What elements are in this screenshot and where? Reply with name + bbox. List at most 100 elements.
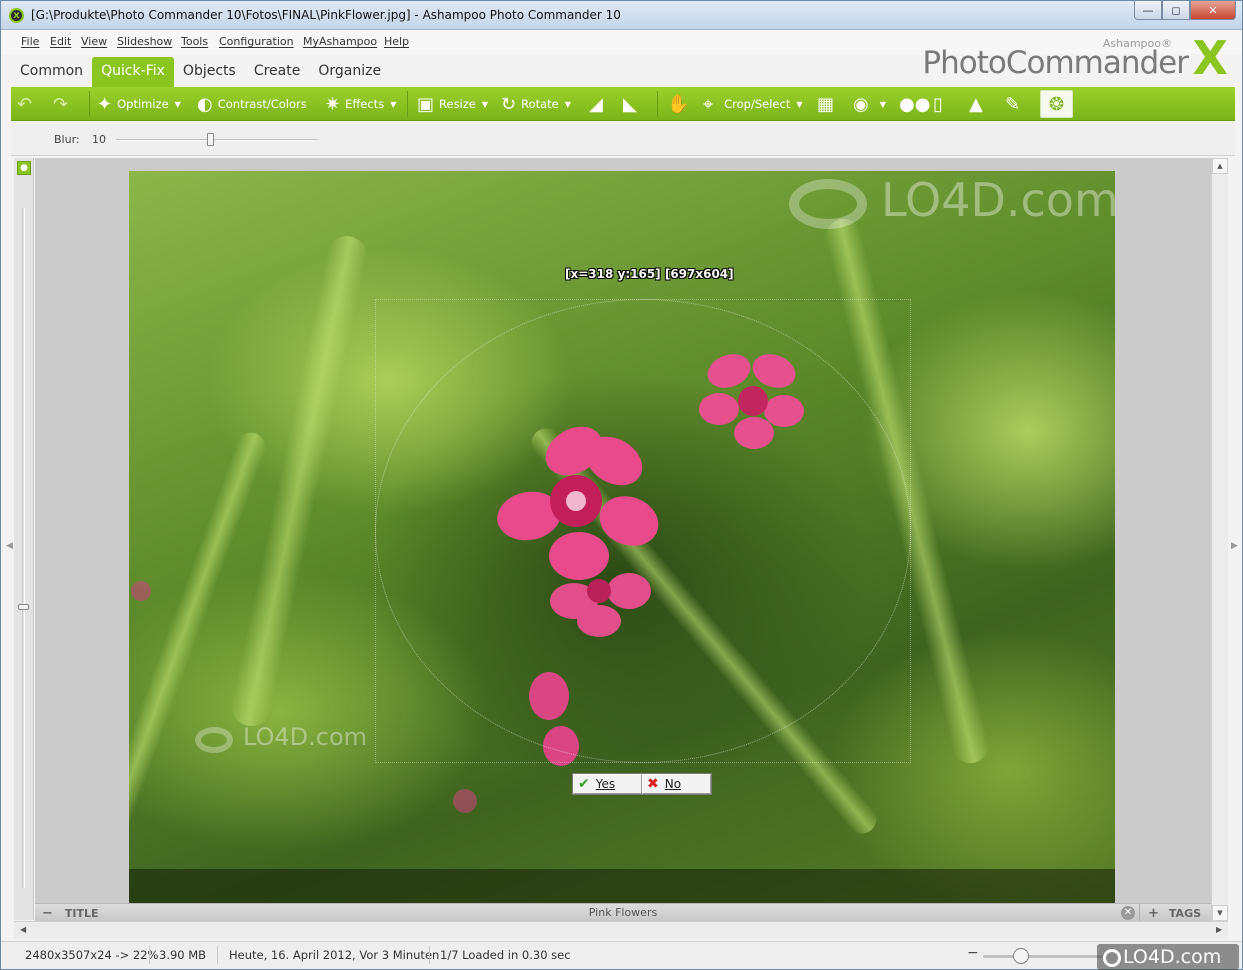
lo4d-watermark-badge: LO4D.com xyxy=(1097,944,1239,970)
watermark-logo-icon xyxy=(195,727,233,753)
close-icon: ✕ xyxy=(1208,3,1218,17)
watermark-text: LO4D.com xyxy=(243,723,368,751)
status-dimensions: 2480x3507x24 -> 22% xyxy=(25,948,159,962)
menu-myashampoo[interactable]: MyAshampoo xyxy=(303,35,377,48)
panel-pin-icon[interactable]: ● xyxy=(17,161,31,175)
scroll-down-icon[interactable]: ▼ xyxy=(1212,905,1228,921)
menu-help[interactable]: Help xyxy=(384,35,409,48)
contrast-colors-button[interactable]: ◐ Contrast/Colors xyxy=(197,87,307,121)
eraser-icon: ▯ xyxy=(933,93,943,115)
zoom-rail-thumb[interactable] xyxy=(18,604,29,610)
tab-objects[interactable]: Objects xyxy=(174,57,245,87)
app-window: x [G:\Produkte\Photo Commander 10\Fotos\… xyxy=(0,0,1243,970)
left-zoom-panel: ● xyxy=(14,158,34,920)
vertical-scrollbar[interactable]: ▲ ▼ xyxy=(1211,158,1228,921)
effects-button[interactable]: ✷ Effects ▼ xyxy=(325,87,396,121)
menu-configuration[interactable]: Configuration xyxy=(219,35,294,48)
optimize-button[interactable]: ✦ Optimize ▼ xyxy=(97,87,181,121)
menu-tools[interactable]: Tools xyxy=(181,35,208,48)
blur-slider-track[interactable] xyxy=(116,139,318,141)
rotate-icon: ↻ xyxy=(501,93,517,115)
resize-label: Resize xyxy=(439,97,476,111)
selection-coordinates: [x=318 y:165] [697x604] xyxy=(565,267,734,281)
bandage-icon: ✎ xyxy=(1005,93,1021,115)
bucket-icon: ▲ xyxy=(969,93,983,115)
selection-ellipse[interactable] xyxy=(375,299,911,763)
collapse-left-icon[interactable]: ◀ xyxy=(6,541,13,551)
zoom-slider-thumb[interactable] xyxy=(1013,948,1029,964)
no-button[interactable]: ✖ No xyxy=(642,774,711,794)
brand-logo: Ashampoo® PhotoCommander X xyxy=(922,31,1228,85)
flip-horizontal-button[interactable]: ◢ xyxy=(589,87,608,121)
status-date: Heute, 16. April 2012, Vor 3 Minuten xyxy=(229,948,440,962)
window-controls: — ◻ ✕ xyxy=(1134,1,1236,21)
rotate-button[interactable]: ↻ Rotate ▼ xyxy=(501,87,571,121)
tab-organize[interactable]: Organize xyxy=(309,57,390,87)
image-icon: ▦ xyxy=(817,93,835,115)
zoom-rail[interactable] xyxy=(22,208,25,888)
blur-slider-thumb[interactable] xyxy=(206,133,214,146)
image-frame-button[interactable]: ▦ xyxy=(817,87,839,121)
brand-x-mark: X xyxy=(1192,31,1228,85)
tab-common[interactable]: Common xyxy=(11,57,92,87)
flip-vertical-icon: ◣ xyxy=(623,93,637,115)
fill-bucket-button[interactable]: ▲ xyxy=(969,87,988,121)
menu-slideshow[interactable]: Slideshow xyxy=(117,35,172,48)
menu-file[interactable]: File xyxy=(21,35,39,48)
toolbar-separator xyxy=(657,91,658,117)
tags-toggle[interactable]: + TAGS xyxy=(1139,904,1211,922)
clear-title-icon[interactable]: ✕ xyxy=(1121,906,1135,920)
cross-icon: ✖ xyxy=(647,776,659,792)
scroll-right-icon[interactable]: ▶ xyxy=(1216,925,1222,934)
app-icon[interactable]: x xyxy=(9,8,24,23)
watermark-text: LO4D.com xyxy=(881,173,1115,227)
image-title[interactable]: Pink Flowers xyxy=(35,906,1211,919)
window-title: [G:\Produkte\Photo Commander 10\Fotos\FI… xyxy=(31,8,621,22)
eraser-button[interactable]: ▯ xyxy=(933,87,948,121)
effects-label: Effects xyxy=(345,97,385,111)
collapse-right-icon[interactable]: ▶ xyxy=(1231,541,1238,551)
check-icon: ✔ xyxy=(578,776,590,792)
horizontal-scrollbar[interactable]: ◀ ▶ xyxy=(14,921,1228,939)
tab-create[interactable]: Create xyxy=(245,57,310,87)
tab-quick-fix[interactable]: Quick-Fix xyxy=(92,57,174,87)
toolbar-separator xyxy=(407,91,408,117)
red-eye-button[interactable]: ◉ ▼ xyxy=(853,87,886,121)
chevron-down-icon: ▼ xyxy=(879,99,886,109)
contrast-icon: ◐ xyxy=(197,93,213,115)
yes-button[interactable]: ✔ Yes xyxy=(573,774,642,794)
menu-view[interactable]: View xyxy=(81,35,107,48)
resize-button[interactable]: ▣ Resize ▼ xyxy=(417,87,488,121)
bandage-button[interactable]: ✎ xyxy=(1005,87,1025,121)
hand-icon: ✋ xyxy=(667,93,690,115)
maximize-button[interactable]: ◻ xyxy=(1162,1,1190,20)
status-bar: 2480x3507x24 -> 22% 3.90 MB Heute, 16. A… xyxy=(1,941,1242,969)
zoom-slider-track[interactable] xyxy=(983,955,1103,958)
crop-label: Crop/Select xyxy=(724,97,791,111)
scroll-up-icon[interactable]: ▲ xyxy=(1212,158,1228,174)
yes-label: Yes xyxy=(595,777,616,791)
menu-edit[interactable]: Edit xyxy=(50,35,71,48)
chevron-down-icon: ▼ xyxy=(390,99,397,109)
photo-overlay-strip xyxy=(129,869,1115,903)
scroll-left-icon[interactable]: ◀ xyxy=(20,925,26,934)
crop-select-button[interactable]: ⌖ Crop/Select ▼ xyxy=(703,87,803,121)
photo-canvas[interactable]: LO4D.com LO4D.com [x=318 y:165] [697x604… xyxy=(129,171,1115,903)
hand-tool-button[interactable]: ✋ xyxy=(667,87,694,121)
watermark-logo-icon xyxy=(789,179,867,229)
quick-fix-toolbar: ↶ ↷ ✦ Optimize ▼ ◐ Contrast/Colors ✷ Effects… xyxy=(11,87,1235,121)
flip-vertical-button[interactable]: ◣ xyxy=(623,87,642,121)
undo-button[interactable]: ↶ xyxy=(17,87,37,121)
status-loaded: 1/7 Loaded in 0.30 sec xyxy=(440,948,571,962)
zoom-out-icon[interactable]: − xyxy=(967,945,979,961)
undo-icon: ↶ xyxy=(17,93,33,115)
redo-button[interactable]: ↷ xyxy=(53,87,73,121)
image-viewer[interactable]: LO4D.com LO4D.com [x=318 y:165] [697x604… xyxy=(35,158,1211,903)
flip-horizontal-icon: ◢ xyxy=(589,93,603,115)
dots-button[interactable]: ●● xyxy=(899,87,935,121)
focus-target-icon: ❂ xyxy=(1048,93,1065,115)
close-button[interactable]: ✕ xyxy=(1190,1,1236,20)
status-separator xyxy=(217,946,218,964)
minimize-button[interactable]: — xyxy=(1134,1,1162,20)
focus-tool-button[interactable]: ❂ xyxy=(1040,90,1073,118)
